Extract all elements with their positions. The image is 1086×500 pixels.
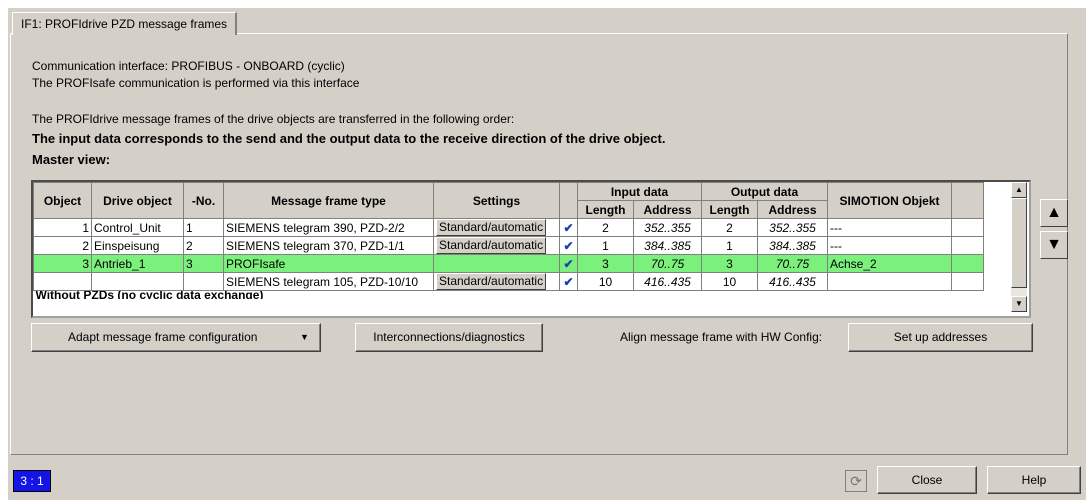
message-frame-table: Object Drive object -No. Message frame t… [33,182,984,299]
cell-output-address: 416..435 [757,272,828,291]
table-row-selected[interactable]: 3 Antrieb_1 3 PROFIsafe ✔ 3 70..75 3 70.… [33,254,984,273]
cell-settings [433,254,560,273]
cell-settings[interactable]: Standard/automatic [433,236,560,255]
cell-input-address: 416..435 [633,272,702,291]
adapt-frame-config-dropdown[interactable]: Adapt message frame configuration ▼ [31,323,321,352]
check-icon: ✔ [559,272,578,291]
cell-output-address: 352..355 [757,218,828,237]
header-output-data: Output data [701,182,828,201]
arrow-down-icon: ▼ [1046,236,1062,253]
scroll-up-icon[interactable]: ▲ [1011,182,1027,198]
header-check [559,182,578,219]
header-object: Object [33,182,92,219]
cell-frame-type[interactable]: SIEMENS telegram 390, PZD-2/2 [223,218,434,237]
cell-simotion[interactable]: --- [827,218,952,237]
cell-filler [951,218,984,237]
cell-input-length: 3 [577,254,634,273]
table-row[interactable]: 1 Control_Unit 1 SIEMENS telegram 390, P… [33,218,984,237]
cell-frame-type[interactable]: SIEMENS telegram 105, PZD-10/10 [223,272,434,291]
set-up-addresses-button[interactable]: Set up addresses [848,323,1033,352]
cell-settings[interactable]: Standard/automatic [433,218,560,237]
cell-drive-object: Einspeisung [91,236,184,255]
cell-output-length: 2 [701,218,758,237]
cell-input-length: 1 [577,236,634,255]
cell-no: 2 [183,236,224,255]
header-settings: Settings [433,182,560,219]
cell-no: 1 [183,218,224,237]
header-input-data: Input data [577,182,702,201]
cell-input-address: 70..75 [633,254,702,273]
cell-output-length: 10 [701,272,758,291]
status-badge: 3 : 1 [13,470,51,492]
header-drive-object: Drive object [91,182,184,219]
move-down-button[interactable]: ▼ [1040,231,1068,259]
tab-if1-pzd-frames[interactable]: IF1: PROFIdrive PZD message frames [12,12,238,35]
cell-simotion[interactable]: Achse_2 [827,254,952,273]
cell-filler [951,254,984,273]
cell-input-address: 352..355 [633,218,702,237]
communication-interface-text: Communication interface: PROFIBUS - ONBO… [32,59,345,73]
cell-output-length: 3 [701,254,758,273]
table-row[interactable]: SIEMENS telegram 105, PZD-10/10 Standard… [33,272,984,291]
cell-drive-object [91,272,184,291]
scroll-thumb[interactable] [1011,198,1027,288]
message-frame-grid: Object Drive object -No. Message frame t… [31,180,1031,318]
close-button[interactable]: Close [877,466,977,494]
cell-object: 1 [33,218,92,237]
cell-object: 3 [33,254,92,273]
check-icon: ✔ [559,236,578,255]
cell-output-address: 384..385 [757,236,828,255]
cell-filler [951,236,984,255]
cell-no: 3 [183,254,224,273]
header-simotion: SIMOTION Objekt [827,182,952,219]
header-frame-type: Message frame type [223,182,434,219]
move-up-button[interactable]: ▲ [1040,199,1068,227]
check-icon: ✔ [559,218,578,237]
adapt-frame-config-label: Adapt message frame configuration [68,330,258,344]
scroll-down-icon[interactable]: ▼ [1011,296,1027,312]
arrow-up-icon: ▲ [1046,204,1062,221]
align-hw-config-label: Align message frame with HW Config: [620,330,823,344]
cell-filler [951,272,984,291]
cell-settings[interactable]: Standard/automatic [433,272,560,291]
help-button[interactable]: Help [987,466,1081,494]
cell-object: 2 [33,236,92,255]
chevron-down-icon: ▼ [300,332,309,342]
grid-scrollbar[interactable]: ▲ ▼ [1011,182,1027,312]
cell-simotion[interactable]: --- [827,236,952,255]
settings-button[interactable]: Standard/automatic [436,237,547,254]
cell-frame-type[interactable]: PROFIsafe [223,254,434,273]
cell-drive-object: Control_Unit [91,218,184,237]
table-row-partial[interactable]: Without PZDs (no cyclic data exchange) [34,291,984,300]
table-row[interactable]: 2 Einspeisung 2 SIEMENS telegram 370, PZ… [33,236,984,255]
master-view-label: Master view: [32,152,111,167]
cell-no [183,272,224,291]
header-output-length: Length [701,200,758,219]
cell-output-length: 1 [701,236,758,255]
order-info-text: The PROFIdrive message frames of the dri… [32,112,515,126]
header-input-address: Address [633,200,702,219]
check-icon: ✔ [559,254,578,273]
cell-simotion[interactable] [827,272,952,291]
settings-button[interactable]: Standard/automatic [436,273,547,290]
cell-input-address: 384..385 [633,236,702,255]
cell-input-length: 10 [577,272,634,291]
cell-partial-row: Without PZDs (no cyclic data exchange) [35,290,264,300]
direction-info-text: The input data corresponds to the send a… [32,131,666,146]
cell-drive-object: Antrieb_1 [91,254,184,273]
cell-frame-type[interactable]: SIEMENS telegram 370, PZD-1/1 [223,236,434,255]
cell-output-address: 70..75 [757,254,828,273]
header-filler [951,182,984,219]
settings-button[interactable]: Standard/automatic [436,219,547,236]
refresh-icon[interactable]: ⟳ [845,470,867,492]
header-input-length: Length [577,200,634,219]
interconnections-diagnostics-button[interactable]: Interconnections/diagnostics [355,323,543,352]
header-no: -No. [183,182,224,219]
cell-object [33,272,92,291]
header-output-address: Address [757,200,828,219]
cell-input-length: 2 [577,218,634,237]
profisafe-info-text: The PROFIsafe communication is performed… [32,76,360,90]
